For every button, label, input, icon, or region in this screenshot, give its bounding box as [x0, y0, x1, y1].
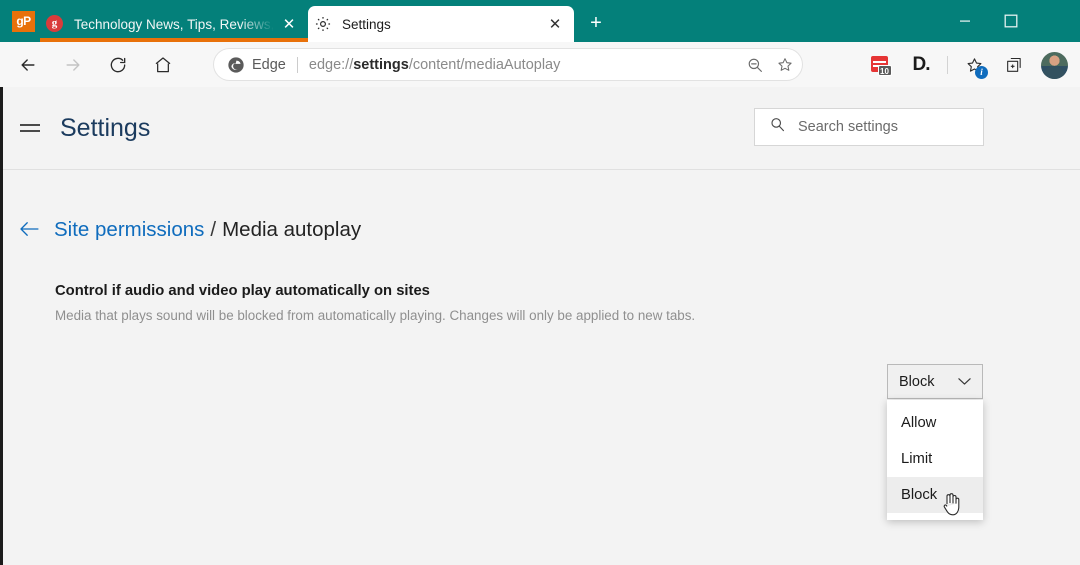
url-host: settings: [353, 56, 409, 73]
url-prefix: edge://: [308, 56, 354, 73]
omnibox-edge-label: Edge: [252, 56, 286, 73]
d-extension-label: D.: [912, 54, 931, 75]
add-favorite-star-icon[interactable]: [772, 52, 798, 78]
profile-button[interactable]: [1037, 49, 1071, 81]
setting-description: Media that plays sound will be blocked f…: [55, 308, 696, 323]
minimize-button[interactable]: [942, 0, 988, 42]
maximize-button[interactable]: [988, 0, 1034, 42]
address-bar[interactable]: Edge edge://settings/content/mediaAutopl…: [214, 49, 802, 80]
gear-icon: [314, 15, 332, 33]
tab-close-button[interactable]: ✕: [276, 11, 302, 37]
omnibox-url: edge://settings/content/mediaAutoplay: [309, 57, 742, 73]
media-autoplay-dropdown-menu: Allow Limit Block: [887, 400, 983, 520]
back-button[interactable]: [11, 48, 45, 82]
edge-logo-icon: [227, 56, 245, 74]
collections-button[interactable]: [997, 49, 1031, 81]
refresh-button[interactable]: [101, 48, 135, 82]
header-divider: [3, 169, 1080, 170]
new-tab-button[interactable]: +: [582, 11, 610, 37]
zoom-out-icon[interactable]: [742, 52, 768, 78]
media-autoplay-setting: Control if audio and video play automati…: [55, 283, 1035, 323]
chevron-down-icon: [958, 375, 971, 389]
tab-title: Settings: [342, 16, 391, 32]
forward-button: [56, 48, 90, 82]
favorites-button[interactable]: i: [957, 49, 991, 81]
home-button[interactable]: [146, 48, 180, 82]
mouse-cursor-pointer-icon: [941, 493, 961, 517]
breadcrumb-separator: /: [210, 218, 217, 241]
search-input[interactable]: Search settings: [798, 119, 898, 135]
toolbar-divider: [947, 56, 948, 74]
tab-close-button[interactable]: ✕: [542, 11, 568, 37]
breadcrumb-current: Media autoplay: [222, 218, 362, 241]
breadcrumb: Site permissions / Media autoplay: [18, 218, 361, 242]
breadcrumb-parent-link[interactable]: Site permissions: [54, 218, 204, 242]
url-path: /content/mediaAutoplay: [408, 56, 561, 73]
tab-title: Technology News, Tips, Reviews,: [74, 16, 275, 32]
page-title: Settings: [60, 113, 151, 142]
dropdown-selected-value: Block: [899, 373, 935, 390]
search-icon: [769, 116, 786, 138]
title-bar: gP g Technology News, Tips, Reviews, ✕ S…: [0, 0, 1080, 42]
dropdown-option-block[interactable]: Block: [887, 477, 983, 513]
setting-title: Control if audio and video play automati…: [55, 283, 430, 299]
dropdown-option-limit[interactable]: Limit: [887, 441, 983, 477]
browser-tab-settings[interactable]: Settings ✕: [308, 6, 574, 42]
search-settings-box[interactable]: Search settings: [754, 108, 984, 146]
browser-tab-technology-news[interactable]: g Technology News, Tips, Reviews, ✕: [40, 6, 308, 42]
settings-page: Settings Search settings Site permission…: [0, 87, 1080, 565]
d-extension-button[interactable]: D.: [904, 49, 938, 81]
media-autoplay-dropdown[interactable]: Block: [887, 364, 983, 399]
hamburger-menu-icon[interactable]: [20, 121, 40, 135]
calendar-day-badge: 10: [877, 64, 892, 76]
favorites-info-badge: i: [975, 66, 988, 79]
close-button[interactable]: [1034, 0, 1080, 42]
window-controls: [942, 0, 1080, 42]
browser-window: gP g Technology News, Tips, Reviews, ✕ S…: [0, 0, 1080, 565]
avatar: [1040, 51, 1068, 79]
dropdown-option-allow[interactable]: Allow: [887, 405, 983, 441]
g-circle-icon: g: [46, 15, 64, 33]
omnibox-divider: [296, 56, 298, 73]
calendar-extension-button[interactable]: 10: [864, 49, 898, 81]
toolbar-right-cluster: 10 D. i: [861, 49, 1074, 81]
breadcrumb-back-icon[interactable]: [18, 220, 40, 241]
groovypost-logo-icon: gP: [12, 11, 35, 32]
